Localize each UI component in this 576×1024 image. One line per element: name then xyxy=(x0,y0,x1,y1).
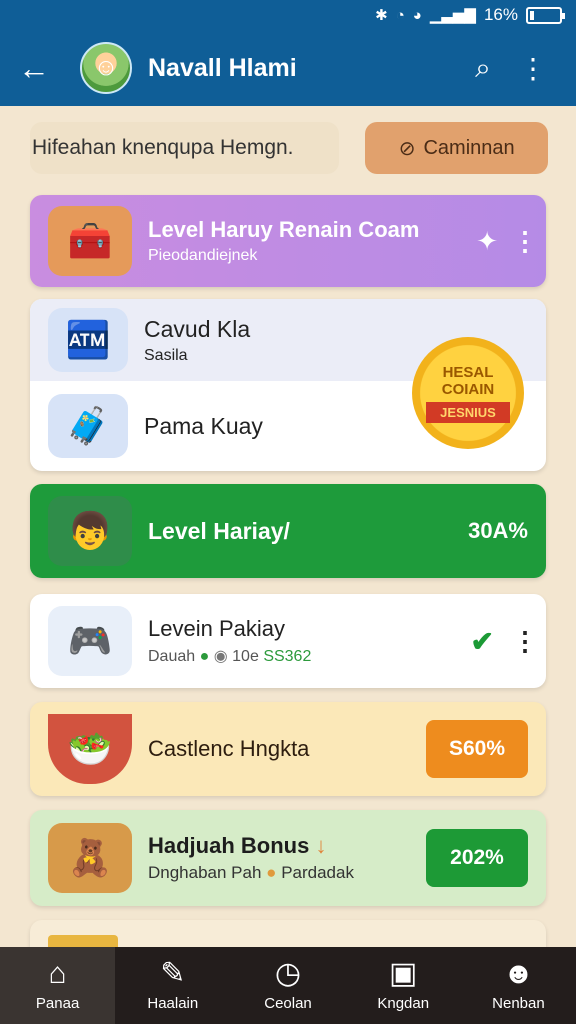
filter-button-label: Caminnan xyxy=(423,136,515,159)
user-icon: ☻ xyxy=(502,957,535,990)
clip-icon: ⊘ xyxy=(398,137,416,160)
card-title: Levein Pakiay xyxy=(148,616,285,641)
bear-box-icon: 🧸 xyxy=(48,823,132,893)
tab-user[interactable]: ☻ Nenban xyxy=(461,947,576,1024)
tab-clock[interactable]: ◷ Ceolan xyxy=(230,947,345,1024)
tab-label: Ceolan xyxy=(264,995,312,1012)
avatar[interactable]: ☺ xyxy=(80,42,132,94)
battery-text: 16% xyxy=(483,5,518,24)
home-icon: ⌂ xyxy=(48,957,67,990)
card-title: Hadjuah Bonus ↓ xyxy=(148,833,426,859)
more-vert-icon[interactable]: ⋮ xyxy=(508,52,558,85)
card-percent-pill[interactable]: S60% xyxy=(426,720,528,778)
level-card-4[interactable]: 🎮 Levein Pakiay Dauah ● ◉ 10e SS362 ✔ ⋮ xyxy=(30,594,546,688)
card-subtitle: Pieodandiejnek xyxy=(148,247,258,264)
bonus-badge: HESAL COIAIN JESNIUS xyxy=(412,337,524,449)
wifi-icon: ◔ xyxy=(395,6,405,24)
gem-icon: ◉ xyxy=(213,648,228,665)
level-card-1[interactable]: 🧰 Level Haruy Renain Coam Pieodandiejnek… xyxy=(30,195,546,287)
tab-label: Haalain xyxy=(147,995,199,1012)
card-subtitle: Dnghaban Pah ● Pardadak xyxy=(148,863,426,883)
coin-icon: ● xyxy=(266,863,277,882)
game-machine-icon: 🎮 xyxy=(48,606,132,676)
tab-label: Panaa xyxy=(35,995,80,1012)
bag-icon: ▣ xyxy=(389,957,418,990)
badge-line1: HESAL xyxy=(442,363,494,381)
level-card-2[interactable]: 🏧 Cavud Kla Sasila 🧳 Pama Kuay HESAL COI… xyxy=(30,299,546,471)
check-icon: ✔ xyxy=(470,625,494,657)
app-bar: ← ☺ Navall Hlami ⌕ ⋮ xyxy=(0,30,576,106)
wifi-strong-icon: ◕ xyxy=(412,6,422,24)
bonus-card[interactable]: 🧸 Hadjuah Bonus ↓ Dnghaban Pah ● Pardada… xyxy=(30,810,546,906)
bottom-tab-bar: ⌂ Panaa ✎ Haalain ◷ Ceolan ▣ Kngdan ☻ Ne… xyxy=(0,947,576,1024)
kid-character-icon: 👦 xyxy=(48,496,132,566)
card-percent-pill[interactable]: 202% xyxy=(426,829,528,887)
page-title: Navall Hlami xyxy=(148,53,297,82)
search-icon[interactable]: ⌕ xyxy=(458,52,508,85)
back-arrow-icon[interactable]: ← xyxy=(18,50,62,87)
card-title: Level Hariay/ xyxy=(148,517,290,544)
tab-edit[interactable]: ✎ Haalain xyxy=(115,947,230,1024)
card-subtitle: Dauah ● ◉ 10e SS362 xyxy=(148,646,471,666)
filter-text[interactable]: Hifeahan knenqupa Hemgn. xyxy=(30,122,340,174)
clock-icon: ◷ xyxy=(274,957,302,990)
edit-icon: ✎ xyxy=(160,957,186,990)
toolbox-icon: 🧳 xyxy=(48,394,128,458)
tab-home[interactable]: ⌂ Panaa xyxy=(0,947,116,1024)
tab-label: Nenban xyxy=(492,995,545,1012)
arrow-down-icon: ↓ xyxy=(315,833,327,858)
sparkle-icon[interactable]: ✦ xyxy=(476,226,498,257)
card-percent: 30A% xyxy=(468,518,528,543)
filter-row: Hifeahan knenqupa Hemgn. ⊘ Caminnan xyxy=(30,122,548,176)
bluetooth-icon: ✱ xyxy=(375,7,388,24)
signal-icon: ▁▃▅▇ xyxy=(429,7,476,24)
status-bar: ✱ ◔ ◕ ▁▃▅▇ 16% xyxy=(0,0,576,30)
subtitle-part-a: Dauah xyxy=(148,648,196,665)
tab-label: Kngdan xyxy=(377,995,430,1012)
level-card-5[interactable]: 🥗 Castlenc Hngkta S60% xyxy=(30,702,546,796)
subtitle-part-a: Dnghaban Pah xyxy=(148,863,262,882)
badge-ribbon: JESNIUS xyxy=(426,401,510,423)
battery-icon xyxy=(526,6,565,24)
level-card-3[interactable]: 👦 Level Hariay/ 30A% xyxy=(30,484,546,578)
card-title: Castlenc Hngkta xyxy=(148,736,310,761)
filter-button[interactable]: ⊘ Caminnan xyxy=(365,122,548,174)
fruit-bowl-icon: 🥗 xyxy=(48,714,132,784)
more-vert-icon[interactable]: ⋮ xyxy=(512,226,538,257)
card-title: Level Haruy Renain Coam xyxy=(148,217,420,242)
chest-icon: 🧰 xyxy=(48,206,132,276)
more-vert-icon[interactable]: ⋮ xyxy=(512,626,538,657)
leaf-icon: ● xyxy=(199,648,210,665)
bonus-title: Hadjuah Bonus xyxy=(148,833,310,858)
cash-register-icon: 🏧 xyxy=(48,308,128,372)
subtitle-part-c: SS362 xyxy=(263,648,312,665)
subtitle-part-b: Pardadak xyxy=(281,863,354,882)
subtitle-part-b: 10e xyxy=(232,648,259,665)
badge-line2: COIAIN xyxy=(441,380,495,398)
tab-bag[interactable]: ▣ Kngdan xyxy=(346,947,461,1024)
